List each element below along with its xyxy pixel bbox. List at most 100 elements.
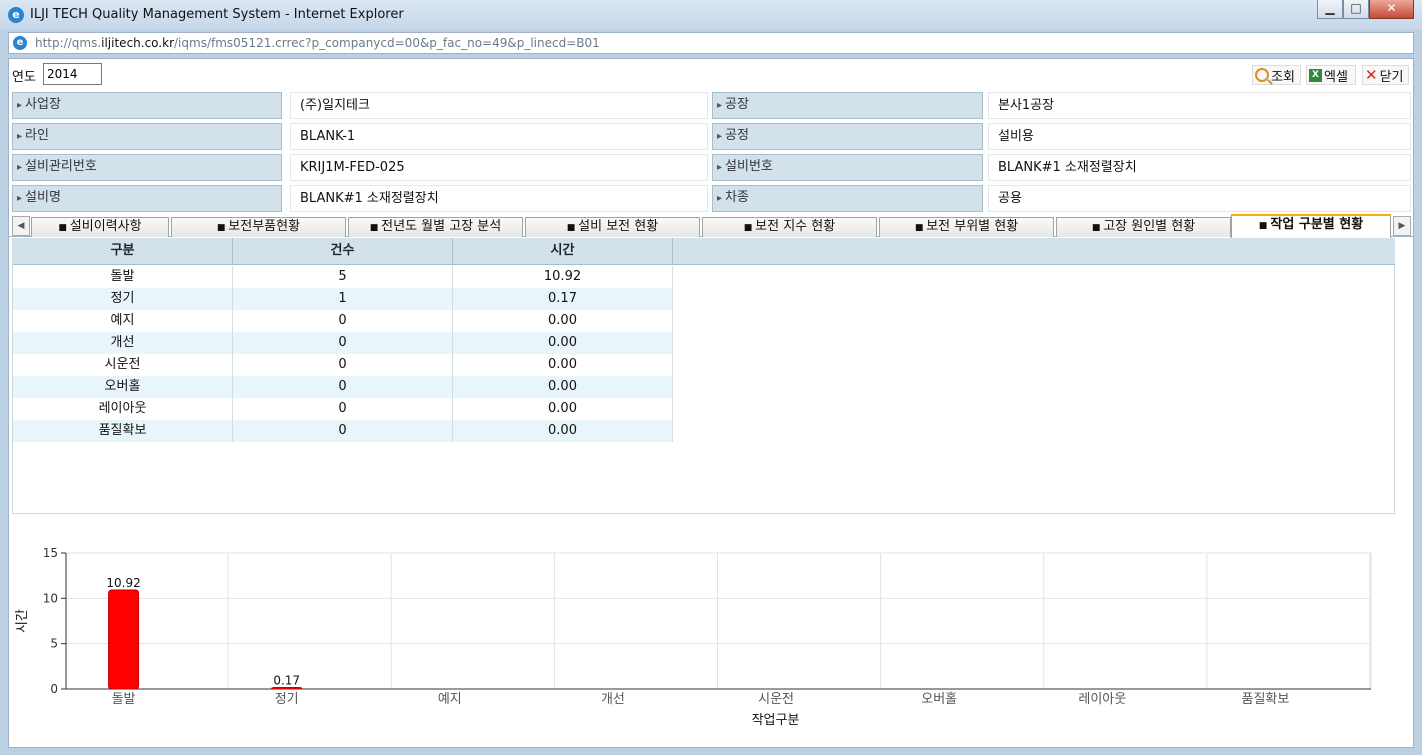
info-row: 사업장 (주)일지테크 공장 본사1공장 xyxy=(12,91,1412,122)
cell-count: 1 xyxy=(233,288,453,310)
cell-count: 5 xyxy=(233,266,453,288)
ie-icon: e xyxy=(8,7,24,23)
cell-count: 0 xyxy=(233,376,453,398)
info-value: BLANK-1 xyxy=(290,123,708,150)
close-button[interactable]: ✕ 닫기 xyxy=(1362,65,1409,85)
info-value: (주)일지테크 xyxy=(290,92,708,119)
ie-page-icon: e xyxy=(13,36,27,50)
data-label: 0.17 xyxy=(273,673,300,687)
cell-hours: 0.00 xyxy=(453,332,673,354)
equipment-info-grid: 사업장 (주)일지테크 공장 본사1공장 라인 BLANK-1 공정 설비용 설… xyxy=(12,91,1412,215)
table-row[interactable]: 레이아웃 0 0.00 xyxy=(13,398,673,420)
table-row[interactable]: 개선 0 0.00 xyxy=(13,332,673,354)
close-button-label: 닫기 xyxy=(1379,69,1404,85)
cell-count: 0 xyxy=(233,398,453,420)
tab-equipment-history[interactable]: 설비이력사항 xyxy=(31,217,169,237)
y-tick-label: 10 xyxy=(43,591,58,605)
address-bar[interactable]: e http://qms.iljitech.co.kr/iqms/fms0512… xyxy=(8,32,1414,54)
cell-hours: 0.00 xyxy=(453,420,673,442)
tab-scroll-left-icon[interactable]: ◀ xyxy=(12,216,30,236)
column-header[interactable]: 구분 xyxy=(13,238,233,265)
cell-hours: 0.00 xyxy=(453,376,673,398)
x-tick-label: 정기 xyxy=(275,692,299,707)
table-row[interactable]: 오버홀 0 0.00 xyxy=(13,376,673,398)
cell-hours: 10.92 xyxy=(453,266,673,288)
info-row: 설비관리번호 KRIJ1M-FED-025 설비번호 BLANK#1 소재정렬장… xyxy=(12,153,1412,184)
close-x-icon: ✕ xyxy=(1365,66,1378,84)
cell-type: 시운전 xyxy=(13,354,233,376)
info-value: BLANK#1 소재정렬장치 xyxy=(290,185,708,212)
y-tick-label: 0 xyxy=(50,682,58,696)
cell-type: 예지 xyxy=(13,310,233,332)
tab-scroll-right-icon[interactable]: ▶ xyxy=(1393,216,1411,236)
cell-type: 품질확보 xyxy=(13,420,233,442)
magnifier-icon xyxy=(1255,68,1269,82)
info-row: 라인 BLANK-1 공정 설비용 xyxy=(12,122,1412,153)
info-value: 공용 xyxy=(988,185,1411,212)
cell-type: 개선 xyxy=(13,332,233,354)
cell-hours: 0.17 xyxy=(453,288,673,310)
info-label: 차종 xyxy=(712,185,983,212)
table-row[interactable]: 시운전 0 0.00 xyxy=(13,354,673,376)
column-header[interactable]: 시간 xyxy=(453,238,673,265)
info-label: 공정 xyxy=(712,123,983,150)
maximize-button[interactable]: □ xyxy=(1343,0,1369,19)
tab-maintenance-status[interactable]: 설비 보전 현황 xyxy=(525,217,700,237)
chart-svg: 0 5 10 15 10.92 돌발 0.17 정기 예지 개선 시운전 오버홀 레이아웃 품질확보작업구… xyxy=(15,546,1372,728)
cell-hours: 0.00 xyxy=(453,354,673,376)
info-row: 설비명 BLANK#1 소재정렬장치 차종 공용 xyxy=(12,184,1412,215)
data-label: 10.92 xyxy=(106,576,140,590)
minimize-button[interactable]: ▁ xyxy=(1317,0,1343,19)
tab-maintenance-index[interactable]: 보전 지수 현황 xyxy=(702,217,877,237)
info-value: 설비용 xyxy=(988,123,1411,150)
x-tick-label: 오버홀 xyxy=(921,692,957,707)
cell-count: 0 xyxy=(233,310,453,332)
tab-monthly-failure[interactable]: 전년도 월별 고장 분석 xyxy=(348,217,523,237)
y-tick-label: 5 xyxy=(50,637,58,651)
url-text[interactable]: http://qms.iljitech.co.kr/iqms/fms05121.… xyxy=(35,36,600,50)
x-tick-label: 레이아웃 xyxy=(1078,692,1126,707)
column-header[interactable]: 건수 xyxy=(233,238,453,265)
info-label: 설비명 xyxy=(12,185,282,212)
y-axis-label: 시간 xyxy=(15,609,30,633)
x-tick-label: 품질확보 xyxy=(1242,692,1290,707)
cell-hours: 0.00 xyxy=(453,310,673,332)
excel-button-label: 엑셀 xyxy=(1324,69,1348,85)
info-label: 라인 xyxy=(12,123,282,150)
bar xyxy=(108,589,140,690)
cell-type: 돌발 xyxy=(13,266,233,288)
search-button[interactable]: 조회 xyxy=(1252,65,1301,85)
year-label: 연도 xyxy=(12,70,36,85)
table-row[interactable]: 예지 0 0.00 xyxy=(13,310,673,332)
x-tick-label: 돌발 xyxy=(112,692,136,707)
tab-part-status[interactable]: 보전 부위별 현황 xyxy=(879,217,1054,237)
work-type-table: 구분 건수 시간 돌발 5 10.92 정기 1 0.17 예지 0 0.00 개선 0 0.0… xyxy=(12,238,1395,514)
x-tick-label: 예지 xyxy=(438,692,462,707)
table-row[interactable]: 정기 1 0.17 xyxy=(13,288,673,310)
bar xyxy=(271,686,303,690)
excel-button[interactable]: X 엑셀 xyxy=(1306,65,1356,85)
tab-spare-parts[interactable]: 보전부품현황 xyxy=(171,217,346,237)
close-window-button[interactable]: ✕ xyxy=(1369,0,1414,19)
work-type-chart: 0 5 10 15 10.92 돌발 0.17 정기 예지 개선 시운전 오버홀 레이아웃 품질확보 작업구… xyxy=(9,537,1413,747)
info-label: 설비관리번호 xyxy=(12,154,282,181)
cell-count: 0 xyxy=(233,420,453,442)
tab-work-type[interactable]: 작업 구분별 현황 xyxy=(1231,214,1391,238)
cell-type: 오버홀 xyxy=(13,376,233,398)
cell-count: 0 xyxy=(233,354,453,376)
plot-area xyxy=(65,552,1372,690)
excel-icon: X xyxy=(1309,68,1322,82)
tab-bar: ◀ 설비이력사항 보전부품현황 전년도 월별 고장 분석 설비 보전 현황 보전… xyxy=(9,214,1413,238)
table-row[interactable]: 돌발 5 10.92 xyxy=(13,266,673,288)
tab-failure-cause[interactable]: 고장 원인별 현황 xyxy=(1056,217,1231,237)
cell-type: 정기 xyxy=(13,288,233,310)
x-tick-label: 개선 xyxy=(601,692,625,707)
table-row[interactable]: 품질확보 0 0.00 xyxy=(13,420,673,442)
window-controls: ▁ □ ✕ xyxy=(1317,0,1414,22)
year-input[interactable] xyxy=(43,63,102,85)
cell-count: 0 xyxy=(233,332,453,354)
page-content: 연도 조회 X 엑셀 ✕ 닫기 사업장 (주)일지테크 공장 본사1공장 라인 … xyxy=(8,58,1414,748)
table-body: 돌발 5 10.92 정기 1 0.17 예지 0 0.00 개선 0 0.00 시운전 0 0.0… xyxy=(13,266,673,442)
window-title: ILJI TECH Quality Management System - In… xyxy=(30,7,404,22)
cell-hours: 0.00 xyxy=(453,398,673,420)
